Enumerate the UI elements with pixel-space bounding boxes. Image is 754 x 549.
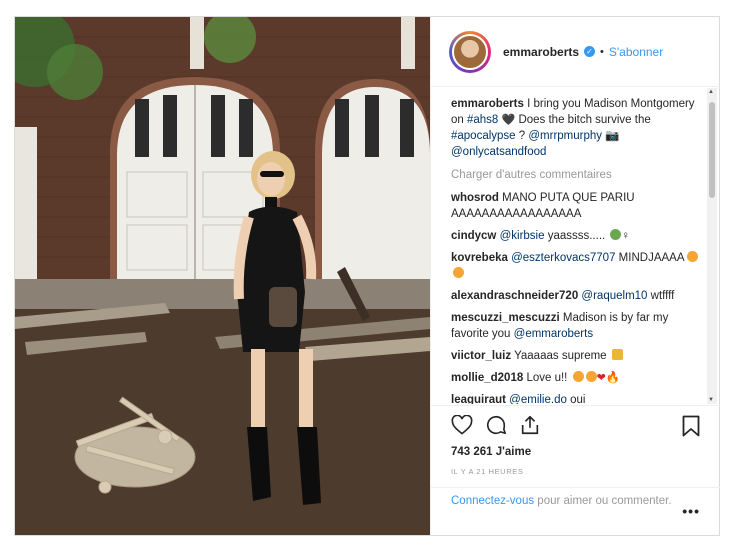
login-prompt: Connectez-vous pour aimer ou commenter. … (431, 487, 720, 535)
avatar-image (452, 33, 488, 70)
emoji-icon (610, 229, 622, 240)
scroll-up-icon[interactable]: ▲ (708, 89, 714, 95)
post-timestamp[interactable]: IL Y A 21 HEURES (451, 467, 720, 476)
comment-mention[interactable]: @emmaroberts (514, 328, 593, 340)
comment-mention[interactable]: @emilie.do (509, 394, 567, 404)
heart-icon[interactable] (451, 412, 485, 438)
post-header: emmaroberts ✓ • S'abonner (431, 17, 720, 87)
avatar[interactable] (449, 30, 491, 73)
separator-dot: • (600, 45, 604, 58)
comments-scrollbar[interactable]: ▲ ▼ (707, 88, 717, 404)
comment-mention[interactable]: @raquelm10 (581, 290, 647, 302)
verified-icon: ✓ (584, 46, 596, 57)
login-link[interactable]: Connectez-vous (451, 495, 534, 507)
mention-link-2[interactable]: @onlycatsandfood (451, 146, 546, 158)
comment-username[interactable]: cindycw (451, 230, 496, 242)
emoji-icon-2 (453, 267, 464, 278)
comment-username[interactable]: leaguiraut (451, 394, 506, 404)
post-side-panel: emmaroberts ✓ • S'abonner emmaroberts I … (430, 17, 720, 535)
emoji-icon-2 (585, 371, 597, 382)
mention-link[interactable]: @mrrpmurphy (528, 130, 602, 142)
comment-text: MINDJAAAA (615, 252, 685, 264)
bookmark-icon[interactable] (682, 415, 700, 440)
heart-emoji-icon: ❤ (596, 372, 606, 384)
header-username[interactable]: emmaroberts (503, 45, 579, 59)
scroll-down-icon[interactable]: ▼ (708, 397, 714, 403)
login-text: pour aimer ou commenter. (534, 495, 672, 507)
comment-item: kovrebeka @eszterkovacs7707 MINDJAAAA (451, 250, 701, 282)
comment-mention[interactable]: @eszterkovacs7707 (511, 252, 615, 264)
comment-mention[interactable]: @kirbsie (500, 230, 545, 242)
instagram-post: emmaroberts ✓ • S'abonner emmaroberts I … (14, 16, 720, 536)
caption-text-3: ? (515, 130, 529, 142)
hashtag-link[interactable]: #ahs8 (467, 114, 498, 126)
comment-username[interactable]: mollie_d2018 (451, 372, 523, 384)
camera-emoji-icon: 📷 (605, 130, 620, 142)
hashtag-link-2[interactable]: #apocalypse (451, 130, 516, 142)
comment-username[interactable]: whosrod (451, 192, 499, 204)
comment-item: leaguiraut @emilie.do oui (451, 392, 701, 404)
comment-text: Love u!! (526, 372, 568, 384)
comment-text: yaassss..... (544, 230, 606, 242)
post-photo[interactable] (15, 17, 430, 535)
comment-username[interactable]: viictor_luiz (451, 350, 511, 362)
post-actions: 743 261 J'aime IL Y A 21 HEURES (431, 405, 720, 476)
comment-text: wtffff (647, 290, 675, 302)
comment-item: whosrod MANO PUTA QUE PARIU AAAAAAAAAAAA… (451, 190, 701, 222)
comment-icon[interactable] (485, 412, 519, 438)
comment-username[interactable]: alexandraschneider720 (451, 290, 578, 302)
load-more-comments[interactable]: Charger d'autres commentaires (451, 169, 720, 181)
more-icon[interactable]: ••• (682, 503, 700, 519)
action-icons (451, 406, 720, 444)
emoji-icon (611, 349, 623, 360)
caption-username[interactable]: emmaroberts (451, 98, 524, 110)
likes-count[interactable]: 743 261 J'aime (451, 446, 720, 458)
comment-item: viictor_luiz Yaaaaas supreme (451, 348, 701, 364)
post-caption: emmaroberts I bring you Madison Montgome… (451, 96, 695, 160)
comment-username[interactable]: mescuzzi_mescuzzi (451, 312, 560, 324)
scrollbar-thumb[interactable] (709, 102, 715, 198)
comment-item: cindycw @kirbsie yaassss..... ♀ (451, 228, 701, 244)
comment-text: Yaaaaas supreme (514, 350, 607, 362)
caption-text-2: Does the bitch survive the (515, 114, 651, 126)
follow-button[interactable]: S'abonner (609, 45, 663, 59)
comments-list: emmaroberts I bring you Madison Montgome… (431, 88, 720, 404)
share-icon[interactable] (519, 412, 553, 438)
emoji-icon-2: ♀ (621, 230, 631, 242)
black-heart-emoji: 🖤 (501, 114, 516, 126)
comment-item: mescuzzi_mescuzzi Madison is by far my f… (451, 310, 701, 342)
fire-emoji-icon: 🔥 (605, 372, 621, 384)
emoji-icon (686, 251, 698, 262)
comment-text: oui (566, 394, 586, 404)
comment-item: mollie_d2018 Love u!! ❤🔥 (451, 370, 701, 386)
comment-item: alexandraschneider720 @raquelm10 wtffff (451, 288, 701, 304)
comment-username[interactable]: kovrebeka (451, 252, 508, 264)
emoji-icon (572, 371, 584, 382)
